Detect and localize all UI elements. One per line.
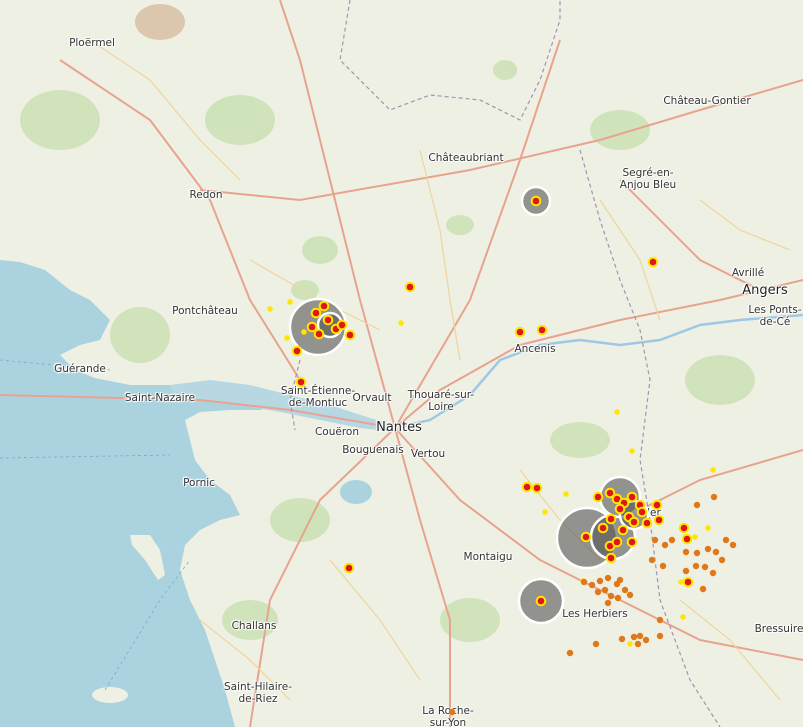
event-point-minor[interactable]: [692, 534, 698, 540]
event-point-major[interactable]: [344, 329, 356, 341]
event-point-moderate[interactable]: [692, 562, 700, 570]
event-point-moderate[interactable]: [604, 599, 612, 607]
event-point-minor[interactable]: [680, 614, 686, 620]
event-point-moderate[interactable]: [693, 501, 701, 509]
event-point-moderate[interactable]: [693, 549, 701, 557]
event-point-major[interactable]: [580, 531, 592, 543]
event-point-major[interactable]: [536, 324, 548, 336]
event-point-major[interactable]: [626, 491, 638, 503]
event-point-major[interactable]: [617, 524, 629, 536]
event-point-major[interactable]: [628, 516, 640, 528]
event-point-moderate[interactable]: [656, 616, 664, 624]
event-point-moderate[interactable]: [596, 577, 604, 585]
event-point-major[interactable]: [636, 506, 648, 518]
event-point-major[interactable]: [653, 514, 665, 526]
event-point-moderate[interactable]: [656, 632, 664, 640]
event-point-moderate[interactable]: [592, 640, 600, 648]
event-point-minor[interactable]: [705, 525, 711, 531]
event-point-major[interactable]: [310, 307, 322, 319]
event-point-major[interactable]: [336, 319, 348, 331]
event-point-moderate[interactable]: [659, 562, 667, 570]
event-point-major[interactable]: [322, 314, 334, 326]
event-point-moderate[interactable]: [618, 635, 626, 643]
event-point-minor[interactable]: [614, 409, 620, 415]
event-point-major[interactable]: [306, 321, 318, 333]
event-point-moderate[interactable]: [729, 541, 737, 549]
event-point-minor[interactable]: [398, 320, 404, 326]
event-point-major[interactable]: [291, 345, 303, 357]
event-point-major[interactable]: [597, 522, 609, 534]
event-point-moderate[interactable]: [566, 649, 574, 657]
event-point-moderate[interactable]: [601, 586, 609, 594]
event-point-moderate[interactable]: [651, 536, 659, 544]
event-point-major[interactable]: [681, 533, 693, 545]
map-view[interactable]: Ploërmel Château-Gontier Châteaubriant Segr…: [0, 0, 803, 727]
event-point-major[interactable]: [647, 256, 659, 268]
event-point-major[interactable]: [605, 513, 617, 525]
event-point-moderate[interactable]: [448, 708, 456, 716]
event-point-moderate[interactable]: [580, 578, 588, 586]
event-point-minor[interactable]: [563, 491, 569, 497]
event-point-moderate[interactable]: [621, 586, 629, 594]
event-point-moderate[interactable]: [616, 576, 624, 584]
event-point-moderate[interactable]: [682, 548, 690, 556]
event-point-major[interactable]: [313, 328, 325, 340]
event-point-moderate[interactable]: [701, 563, 709, 571]
event-point-major[interactable]: [531, 482, 543, 494]
event-point-minor[interactable]: [710, 467, 716, 473]
event-point-major[interactable]: [295, 376, 307, 388]
event-point-minor[interactable]: [267, 306, 273, 312]
event-point-moderate[interactable]: [709, 569, 717, 577]
event-point-minor[interactable]: [287, 299, 293, 305]
event-markers-layer: [267, 185, 737, 716]
event-point-moderate[interactable]: [648, 556, 656, 564]
event-point-moderate[interactable]: [636, 632, 644, 640]
event-point-moderate[interactable]: [634, 640, 642, 648]
event-point-major[interactable]: [530, 195, 542, 207]
event-point-minor[interactable]: [301, 329, 307, 335]
event-point-major[interactable]: [641, 517, 653, 529]
event-point-moderate[interactable]: [626, 591, 634, 599]
event-point-minor[interactable]: [627, 641, 633, 647]
event-point-moderate[interactable]: [704, 545, 712, 553]
event-point-moderate[interactable]: [699, 585, 707, 593]
event-point-major[interactable]: [592, 491, 604, 503]
event-point-moderate[interactable]: [710, 493, 718, 501]
event-point-major[interactable]: [318, 300, 330, 312]
event-point-major[interactable]: [626, 536, 638, 548]
event-point-minor[interactable]: [284, 335, 290, 341]
event-point-moderate[interactable]: [668, 536, 676, 544]
event-point-moderate[interactable]: [722, 536, 730, 544]
event-point-major[interactable]: [678, 522, 690, 534]
event-point-moderate[interactable]: [630, 633, 638, 641]
event-point-moderate[interactable]: [614, 594, 622, 602]
event-point-minor[interactable]: [629, 448, 635, 454]
event-point-moderate[interactable]: [588, 581, 596, 589]
event-point-major[interactable]: [611, 536, 623, 548]
event-point-moderate[interactable]: [712, 548, 720, 556]
event-point-major[interactable]: [682, 576, 694, 588]
event-point-moderate[interactable]: [594, 588, 602, 596]
event-point-moderate[interactable]: [661, 541, 669, 549]
event-point-moderate[interactable]: [718, 556, 726, 564]
event-point-minor[interactable]: [542, 509, 548, 515]
event-point-major[interactable]: [343, 562, 355, 574]
event-point-major[interactable]: [605, 552, 617, 564]
event-point-major[interactable]: [614, 503, 626, 515]
event-point-major[interactable]: [514, 326, 526, 338]
event-point-major[interactable]: [521, 481, 533, 493]
event-point-major[interactable]: [535, 595, 547, 607]
event-point-major[interactable]: [651, 499, 663, 511]
event-point-moderate[interactable]: [604, 574, 612, 582]
event-point-moderate[interactable]: [642, 636, 650, 644]
event-point-moderate[interactable]: [607, 592, 615, 600]
event-point-moderate[interactable]: [682, 567, 690, 575]
event-point-major[interactable]: [404, 281, 416, 293]
